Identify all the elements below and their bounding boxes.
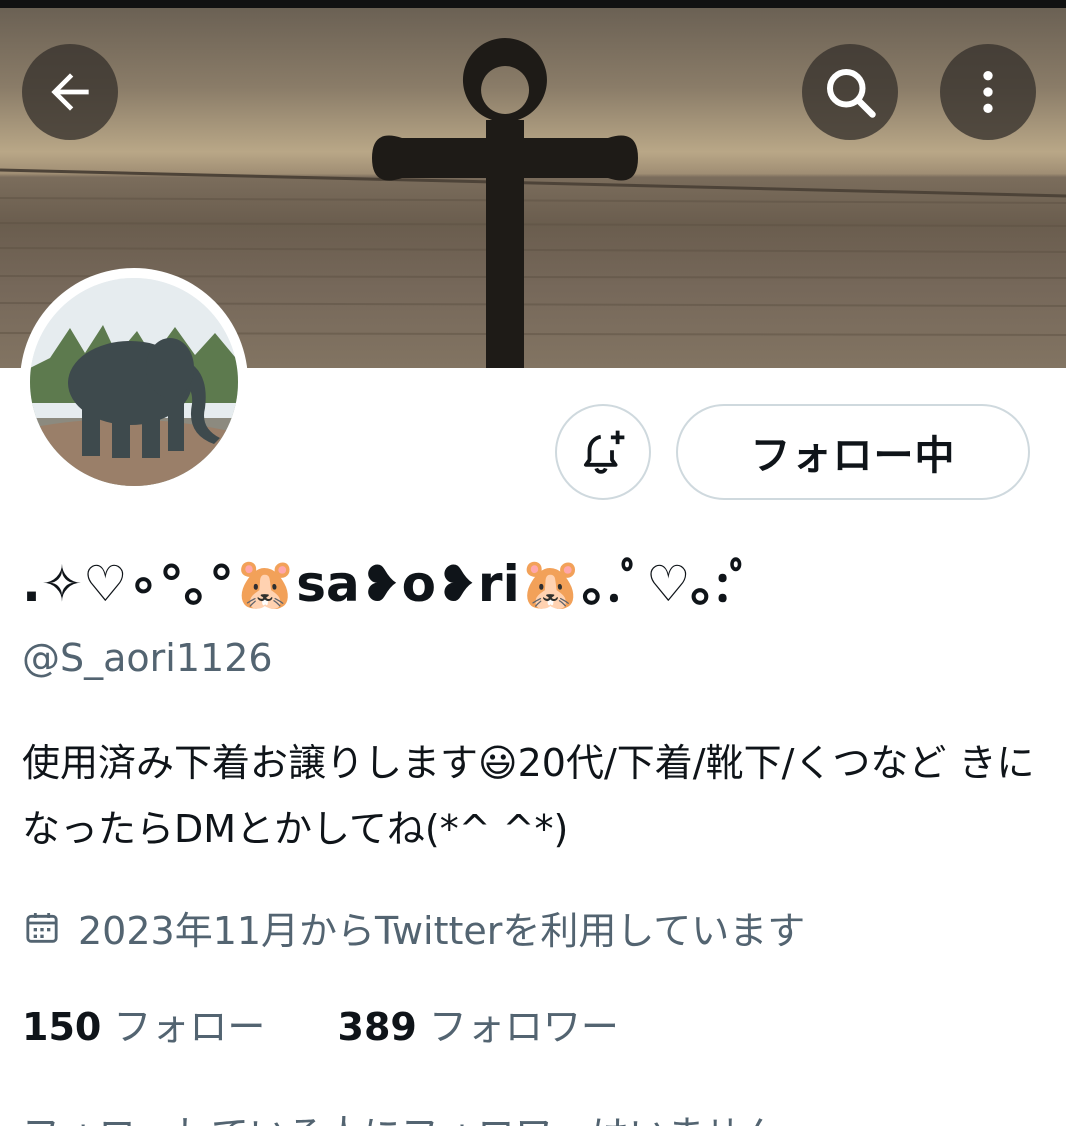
search-button[interactable] (802, 44, 898, 140)
following-count: 150 (22, 1005, 102, 1049)
join-date-text: 2023年11月からTwitterを利用しています (78, 909, 806, 953)
more-options-button[interactable] (940, 44, 1036, 140)
following-button[interactable]: フォロー中 (676, 404, 1030, 500)
bell-plus-icon (576, 425, 630, 479)
user-handle: @S_aori1126 (22, 636, 273, 680)
search-icon (820, 62, 880, 122)
avatar-image (30, 278, 238, 486)
status-strip (0, 0, 1066, 8)
avatar[interactable] (20, 268, 248, 496)
join-date: 2023年11月からTwitterを利用しています (22, 900, 805, 955)
calendar-icon (22, 908, 62, 948)
mutual-followers-text: フォローしている人にフォロワーはいません (22, 1104, 780, 1126)
following-label: フォロー (113, 1005, 266, 1049)
followers-count: 389 (337, 1005, 417, 1049)
followers-label: フォロワー (428, 1005, 619, 1049)
follow-stats: 150 フォロー 389 フォロワー (22, 996, 619, 1051)
arrow-left-icon (42, 64, 98, 120)
back-button[interactable] (22, 44, 118, 140)
notification-toggle-button[interactable] (555, 404, 651, 500)
display-name: .✧♡∘°｡°🐹sa❥o❥ri🐹｡.ﾟ♡｡:ﾟ (22, 555, 755, 613)
more-vertical-icon (960, 64, 1016, 120)
profile-bio: 使用済み下着お譲りします😃20代/下着/靴下/くつなど きになったらDMとかして… (22, 741, 1035, 851)
followers-link[interactable]: 389 フォロワー (338, 1005, 619, 1049)
following-link[interactable]: 150 フォロー (22, 1005, 277, 1049)
